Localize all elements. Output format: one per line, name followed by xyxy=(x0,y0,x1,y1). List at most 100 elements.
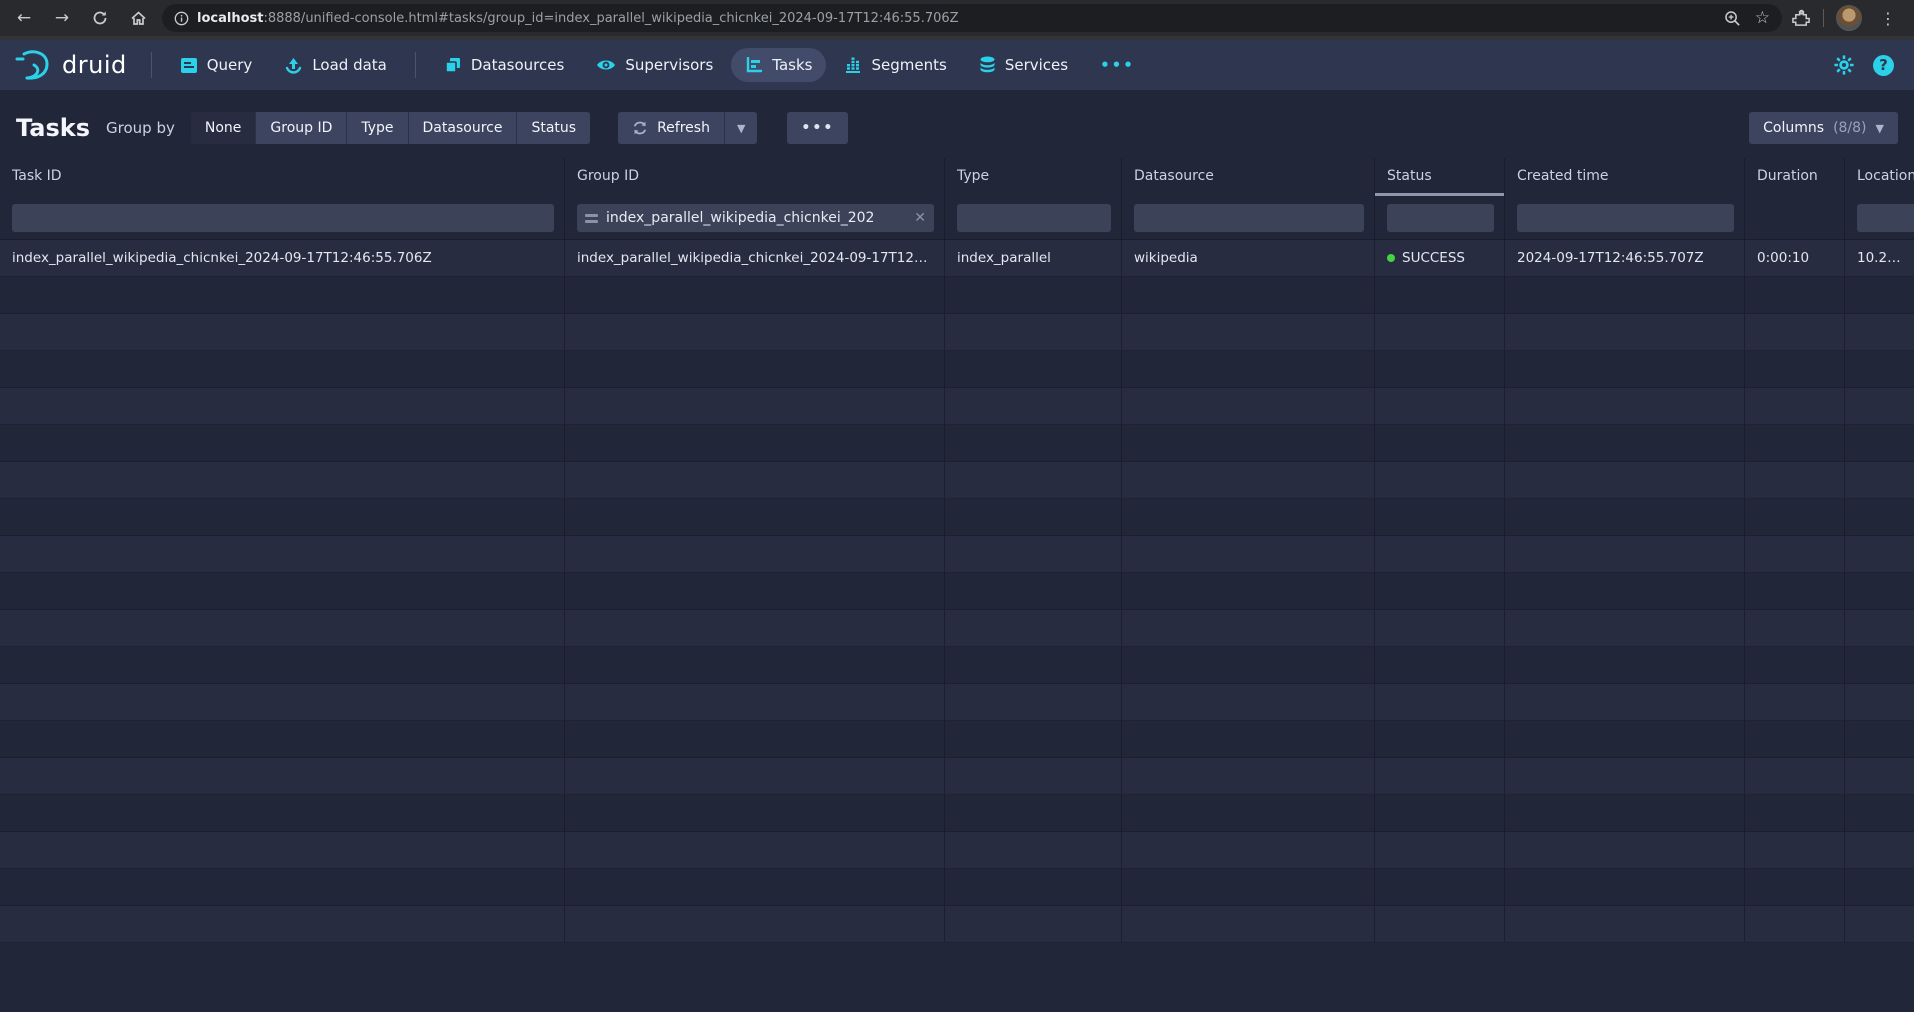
empty-cell xyxy=(565,906,945,942)
empty-cell xyxy=(1505,647,1745,683)
bookmark-star-icon[interactable]: ☆ xyxy=(1755,8,1770,28)
url-bar[interactable]: localhost:8888/unified-console.html#task… xyxy=(162,4,1782,32)
created-time-cell[interactable]: 2024-09-17T12:46:55.707Z xyxy=(1505,240,1745,276)
refresh-interval-dropdown[interactable]: ▼ xyxy=(725,112,757,144)
task-id-cell[interactable]: index_parallel_wikipedia_chicnkei_2024-0… xyxy=(0,240,565,276)
group-by-type-button[interactable]: Type xyxy=(347,112,408,144)
empty-cell xyxy=(1375,277,1505,313)
column-header-created-time[interactable]: Created time xyxy=(1505,158,1745,196)
nav-item-supervisors[interactable]: Supervisors xyxy=(582,48,727,82)
task-id-filter-input[interactable] xyxy=(12,204,554,232)
group-by-datasource-button[interactable]: Datasource xyxy=(409,112,518,144)
browser-menu-icon[interactable]: ⋮ xyxy=(1874,4,1902,32)
empty-cell xyxy=(1375,425,1505,461)
empty-cell xyxy=(565,277,945,313)
druid-logo[interactable]: druid xyxy=(14,47,127,83)
empty-cell xyxy=(1122,462,1375,498)
home-icon[interactable] xyxy=(124,4,152,32)
empty-cell xyxy=(1505,314,1745,350)
group-by-none-button[interactable]: None xyxy=(191,112,257,144)
status-cell[interactable]: SUCCESS xyxy=(1375,240,1505,276)
datasource-filter-input[interactable] xyxy=(1134,204,1364,232)
columns-button[interactable]: Columns (8/8) ▼ xyxy=(1749,112,1898,144)
chevron-down-icon: ▼ xyxy=(737,122,745,135)
empty-cell xyxy=(945,758,1122,794)
settings-gear-icon[interactable] xyxy=(1833,54,1855,76)
empty-cell xyxy=(565,462,945,498)
nav-item-services[interactable]: Services xyxy=(965,48,1082,82)
forward-icon[interactable]: → xyxy=(48,4,76,32)
nav-more-button[interactable]: ••• xyxy=(1086,48,1149,82)
empty-cell xyxy=(1122,758,1375,794)
column-header-group-id[interactable]: Group ID xyxy=(565,158,945,196)
table-body: index_parallel_wikipedia_chicnkei_2024-0… xyxy=(0,240,1914,943)
empty-cell xyxy=(1505,536,1745,572)
empty-row xyxy=(0,610,1914,647)
nav-item-load-data[interactable]: Load data xyxy=(270,48,401,82)
column-header-datasource[interactable]: Datasource xyxy=(1122,158,1375,196)
group-by-group-id-button[interactable]: Group ID xyxy=(256,112,347,144)
empty-cell xyxy=(1745,388,1845,424)
column-header-type[interactable]: Type xyxy=(945,158,1122,196)
empty-row xyxy=(0,499,1914,536)
location-filter-input[interactable] xyxy=(1857,204,1914,232)
column-header-duration[interactable]: Duration xyxy=(1745,158,1845,196)
group-by-status-button[interactable]: Status xyxy=(517,112,590,144)
help-icon[interactable]: ? xyxy=(1873,55,1894,76)
task-row[interactable]: index_parallel_wikipedia_chicnkei_2024-0… xyxy=(0,240,1914,277)
query-icon xyxy=(180,57,198,74)
load-data-icon xyxy=(284,56,303,74)
nav-item-datasources[interactable]: Datasources xyxy=(430,48,578,82)
empty-cell xyxy=(1505,721,1745,757)
created-time-filter-input[interactable] xyxy=(1517,204,1734,232)
empty-cell xyxy=(1745,425,1845,461)
nav-item-segments[interactable]: Segments xyxy=(830,48,960,82)
group-by-label: Group by xyxy=(106,119,175,137)
toolbar-separator xyxy=(1823,9,1824,27)
group-id-cell[interactable]: index_parallel_wikipedia_chicnkei_2024-0… xyxy=(565,240,945,276)
nav-item-tasks[interactable]: Tasks xyxy=(731,48,826,82)
type-filter-input[interactable] xyxy=(957,204,1111,232)
status-success-dot-icon xyxy=(1387,254,1395,262)
empty-cell xyxy=(945,499,1122,535)
location-cell[interactable]: 10.2.1. xyxy=(1845,240,1914,276)
refresh-button[interactable]: Refresh xyxy=(618,112,725,144)
empty-cell xyxy=(1845,277,1914,313)
empty-row xyxy=(0,573,1914,610)
empty-cell xyxy=(0,721,565,757)
clear-filter-icon[interactable]: ✕ xyxy=(914,210,926,226)
back-icon[interactable]: ← xyxy=(10,4,38,32)
empty-cell xyxy=(0,536,565,572)
empty-row xyxy=(0,462,1914,499)
column-header-location[interactable]: Location xyxy=(1845,158,1914,196)
empty-cell xyxy=(565,647,945,683)
status-filter-input[interactable] xyxy=(1387,204,1494,232)
empty-cell xyxy=(565,869,945,905)
empty-cell xyxy=(945,721,1122,757)
nav-label: Segments xyxy=(871,56,946,74)
zoom-icon[interactable] xyxy=(1724,10,1741,27)
site-info-icon[interactable] xyxy=(174,11,189,26)
duration-cell[interactable]: 0:00:10 xyxy=(1745,240,1845,276)
column-header-task-id[interactable]: Task ID xyxy=(0,158,565,196)
empty-cell xyxy=(0,610,565,646)
empty-cell xyxy=(0,869,565,905)
more-actions-button[interactable]: ••• xyxy=(787,112,848,144)
empty-row xyxy=(0,795,1914,832)
empty-cell xyxy=(1505,869,1745,905)
reload-icon[interactable] xyxy=(86,4,114,32)
empty-cell xyxy=(945,573,1122,609)
type-cell[interactable]: index_parallel xyxy=(945,240,1122,276)
empty-cell xyxy=(1845,499,1914,535)
nav-label: Load data xyxy=(312,56,387,74)
extensions-icon[interactable] xyxy=(1792,9,1811,28)
empty-cell xyxy=(945,684,1122,720)
group-id-filter-input[interactable]: index_parallel_wikipedia_chicnkei_202 ✕ xyxy=(577,204,934,232)
column-header-status[interactable]: Status xyxy=(1375,158,1505,196)
nav-item-query[interactable]: Query xyxy=(166,48,267,82)
empty-cell xyxy=(1122,684,1375,720)
empty-cell xyxy=(0,314,565,350)
datasource-cell[interactable]: wikipedia xyxy=(1122,240,1375,276)
empty-cell xyxy=(565,425,945,461)
profile-avatar[interactable] xyxy=(1836,5,1862,31)
